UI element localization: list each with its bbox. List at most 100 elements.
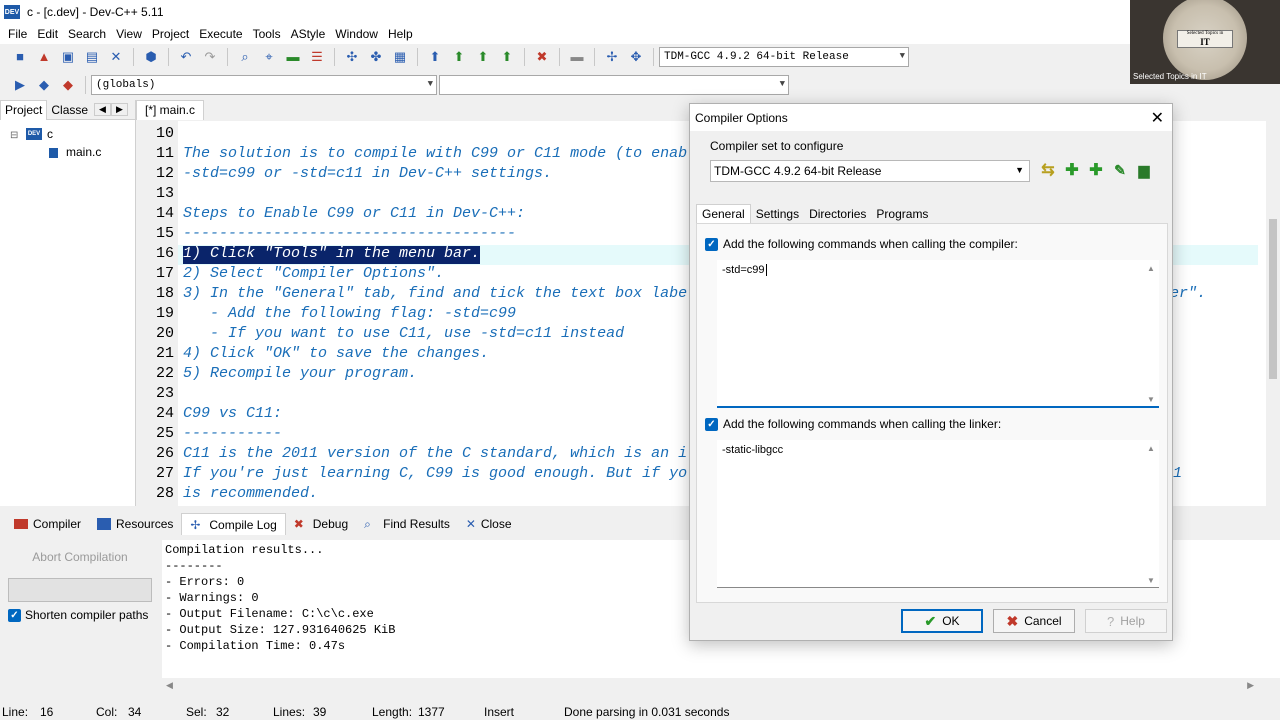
editor-vertical-scrollbar[interactable] <box>1266 121 1280 506</box>
profile-icon[interactable]: ▬ <box>569 49 585 65</box>
ok-button[interactable]: ✔ OK <box>901 609 983 633</box>
menu-project[interactable]: Project <box>147 27 194 41</box>
menu-search[interactable]: Search <box>63 27 111 41</box>
scope-select[interactable]: (globals) ▼ <box>91 75 437 95</box>
goto-declaration-icon[interactable]: ▶ <box>12 77 28 93</box>
log-horizontal-scrollbar[interactable]: ◀ ▶ <box>162 678 1258 694</box>
line-number: 25 <box>155 425 174 442</box>
member-select[interactable]: ▼ <box>439 75 789 95</box>
tab-directories[interactable]: Directories <box>804 207 871 221</box>
compiler-set-dropdown[interactable]: TDM-GCC 4.9.2 64-bit Release ▼ <box>710 160 1030 182</box>
find-results-icon: ⌕ <box>364 517 371 531</box>
compile-run-icon[interactable]: ⬆ <box>475 49 491 65</box>
menu-view[interactable]: View <box>111 27 147 41</box>
undo-icon[interactable]: ↶ <box>178 49 194 65</box>
code-line: 4) Click "OK" to save the changes. <box>183 345 490 362</box>
tab-general[interactable]: General <box>696 204 751 224</box>
rebuild-icon[interactable]: ⬆ <box>499 49 515 65</box>
insert-snippet-icon[interactable]: ◆ <box>60 77 76 93</box>
project-icon: DEV <box>26 128 42 140</box>
tab-compiler[interactable]: Compiler <box>6 513 89 535</box>
redo-icon[interactable]: ↷ <box>202 49 218 65</box>
chevron-down-icon: ▼ <box>427 79 433 89</box>
status-length-label: Length: <box>372 704 413 719</box>
tab-debug[interactable]: ✖ Debug <box>286 513 356 535</box>
tab-close[interactable]: ✕ Close <box>458 513 520 535</box>
menu-window[interactable]: Window <box>330 27 383 41</box>
compiler-commands-textarea[interactable]: -std=c99 ▲ ▼ <box>717 260 1159 408</box>
toggle-bookmark-icon[interactable]: ▬ <box>285 49 301 65</box>
tab-scroll-right-icon[interactable]: ▶ <box>110 103 128 116</box>
compiler-commands-checkbox[interactable]: ✓ Add the following commands when callin… <box>705 237 1018 251</box>
tab-resources[interactable]: Resources <box>89 513 181 535</box>
status-lines-label: Lines: <box>273 704 306 719</box>
tab-settings[interactable]: Settings <box>751 207 804 221</box>
shorten-paths-checkbox[interactable]: ✓ Shorten compiler paths <box>8 608 148 622</box>
collapse-icon[interactable]: ⊟ <box>10 130 18 141</box>
close-icon[interactable]: ✕ <box>1151 108 1164 128</box>
linker-commands-textarea[interactable]: -static-libgcc ▲ ▼ <box>717 440 1159 588</box>
dialog-title-bar: Compiler Options ✕ <box>690 104 1172 131</box>
line-number: 14 <box>155 205 174 222</box>
open-file-icon[interactable]: ▲ <box>36 49 52 65</box>
find-icon[interactable]: ⌕ <box>237 49 253 65</box>
tree-file-node[interactable]: main.c <box>66 145 101 159</box>
help-button[interactable]: ? Help <box>1085 609 1167 633</box>
help-question-icon: ? <box>1107 613 1115 629</box>
debug-icon: ✖ <box>293 517 304 531</box>
goto-definition-icon[interactable]: ◆ <box>36 77 52 93</box>
project-options-icon[interactable]: ▦ <box>392 49 408 65</box>
line-number: 17 <box>155 265 174 282</box>
new-project-icon[interactable]: ✣ <box>344 49 360 65</box>
linker-commands-checkbox[interactable]: ✓ Add the following commands when callin… <box>705 417 1001 431</box>
scroll-left-icon[interactable]: ◀ <box>166 680 173 691</box>
compiler-set-select[interactable]: TDM-GCC 4.9.2 64-bit Release ▼ <box>659 47 909 67</box>
tab-classes[interactable]: Classe <box>47 103 92 117</box>
add-compiler-icon[interactable]: ✚ <box>1063 161 1081 179</box>
view-cpu-icon[interactable]: ✥ <box>628 49 644 65</box>
replace-icon[interactable]: ⌖ <box>261 49 277 65</box>
tab-scroll-left-icon[interactable]: ◀ <box>94 103 111 116</box>
general-tab-panel: ✓ Add the following commands when callin… <box>696 223 1168 603</box>
menu-execute[interactable]: Execute <box>194 27 247 41</box>
code-line: If you're just learning C, C99 is good e… <box>183 465 688 482</box>
line-number: 22 <box>155 365 174 382</box>
textarea-scrollbar[interactable]: ▲ ▼ <box>1142 260 1159 406</box>
remove-project-icon[interactable]: ✤ <box>368 49 384 65</box>
delete-icon[interactable]: ▆ <box>1135 161 1153 179</box>
menu-astyle[interactable]: AStyle <box>286 27 331 41</box>
tab-project[interactable]: Project <box>0 99 48 120</box>
find-compiler-icon[interactable]: ⇆ <box>1039 161 1057 179</box>
compile-icon[interactable]: ⬆ <box>427 49 443 65</box>
rename-icon[interactable]: ✎ <box>1111 161 1129 179</box>
print-icon[interactable]: ⬢ <box>143 49 159 65</box>
tab-main-c[interactable]: [*] main.c <box>136 100 205 120</box>
code-line: C11 is the 2011 version of the C standar… <box>183 445 688 462</box>
menu-edit[interactable]: Edit <box>32 27 63 41</box>
menu-help[interactable]: Help <box>383 27 418 41</box>
status-line-label: Line: <box>2 704 29 719</box>
tab-find-results[interactable]: ⌕ Find Results <box>356 513 458 535</box>
debug-icon[interactable]: ✖ <box>534 49 550 65</box>
add-folder-icon[interactable]: ✚ <box>1087 161 1105 179</box>
line-number: 10 <box>155 125 174 142</box>
tab-compile-log[interactable]: ✢ Compile Log <box>181 513 286 535</box>
save-icon[interactable]: ▣ <box>60 49 76 65</box>
close-file-icon[interactable]: ✕ <box>108 49 124 65</box>
add-watch-icon[interactable]: ✢ <box>604 49 620 65</box>
menu-bar: File Edit Search View Project Execute To… <box>0 24 1130 44</box>
tree-project-node[interactable]: c <box>47 127 53 141</box>
tab-programs[interactable]: Programs <box>871 207 933 221</box>
textarea-scrollbar[interactable]: ▲ ▼ <box>1142 440 1159 587</box>
code-line: 1) Click "Tools" in the menu bar. <box>183 245 481 262</box>
scroll-right-icon[interactable]: ▶ <box>1247 680 1254 691</box>
abort-compilation-button[interactable]: Abort Compilation <box>8 544 152 570</box>
compiler-icon <box>14 519 28 529</box>
goto-line-icon[interactable]: ☰ <box>309 49 325 65</box>
cancel-button[interactable]: ✖ Cancel <box>993 609 1075 633</box>
new-file-icon[interactable]: ■ <box>12 49 28 65</box>
run-icon[interactable]: ⬆ <box>451 49 467 65</box>
menu-tools[interactable]: Tools <box>248 27 286 41</box>
menu-file[interactable]: File <box>3 27 32 41</box>
save-all-icon[interactable]: ▤ <box>84 49 100 65</box>
